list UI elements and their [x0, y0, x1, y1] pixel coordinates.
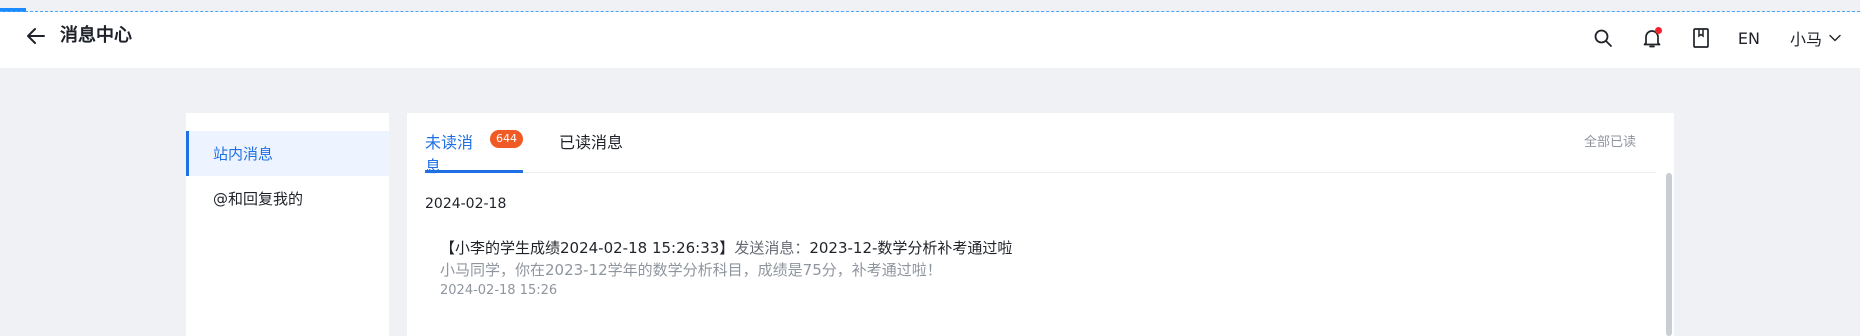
search-icon[interactable]: [1590, 25, 1616, 51]
tab-read-label: 已读消息: [559, 133, 624, 152]
message-source: 【小李的学生成绩2024-02-18 15:26:33】: [440, 239, 735, 257]
message-panel: 未读消息 644 已读消息 全部已读 2024-02-18 【小李的学生成绩20…: [407, 113, 1674, 336]
sidebar-item-label: @和回复我的: [213, 190, 304, 208]
message-time: 2024-02-18 15:26: [440, 283, 558, 298]
message-tabs: 未读消息 644 已读消息 全部已读: [425, 113, 1656, 176]
header-actions: EN 小马: [1567, 21, 1842, 55]
sidebar-item-label: 站内消息: [213, 145, 274, 163]
page-title: 消息中心: [60, 25, 132, 46]
user-menu[interactable]: 小马: [1790, 26, 1842, 50]
sidebar-item-site-messages[interactable]: 站内消息: [186, 131, 389, 176]
bell-icon[interactable]: [1639, 25, 1665, 51]
tab-unread[interactable]: 未读消息 644: [425, 129, 523, 176]
message-sidebar: 站内消息 @和回复我的: [186, 113, 389, 336]
message-title: 【小李的学生成绩2024-02-18 15:26:33】发送消息：2023-12…: [440, 237, 1614, 259]
arrow-left-icon[interactable]: [24, 24, 48, 48]
message-action: 发送消息：: [734, 239, 810, 257]
message-body: 小马同学，你在2023-12学年的数学分析科目，成绩是75分，补考通过啦！: [440, 261, 942, 279]
scrollbar-thumb[interactable]: [1666, 173, 1672, 336]
unread-count-badge: 644: [490, 130, 523, 148]
sidebar-item-mentions[interactable]: @和回复我的: [186, 176, 389, 221]
chevron-down-icon: [1829, 34, 1841, 42]
mark-all-read-button[interactable]: 全部已读: [1584, 131, 1636, 150]
message-subject: 2023-12-数学分析补考通过啦: [809, 239, 1013, 257]
date-group-heading: 2024-02-18: [425, 196, 507, 212]
top-header: 消息中心 EN 小马: [0, 12, 1860, 68]
book-icon[interactable]: [1688, 25, 1714, 51]
language-switch[interactable]: EN: [1738, 29, 1760, 48]
user-name: 小马: [1789, 30, 1822, 49]
message-item[interactable]: 【小李的学生成绩2024-02-18 15:26:33】发送消息：2023-12…: [440, 237, 1614, 301]
tab-unread-label: 未读消息: [425, 133, 474, 176]
notification-dot: [1654, 27, 1662, 34]
message-scrollbar[interactable]: [1666, 173, 1674, 336]
tab-read[interactable]: 已读消息: [559, 129, 623, 173]
